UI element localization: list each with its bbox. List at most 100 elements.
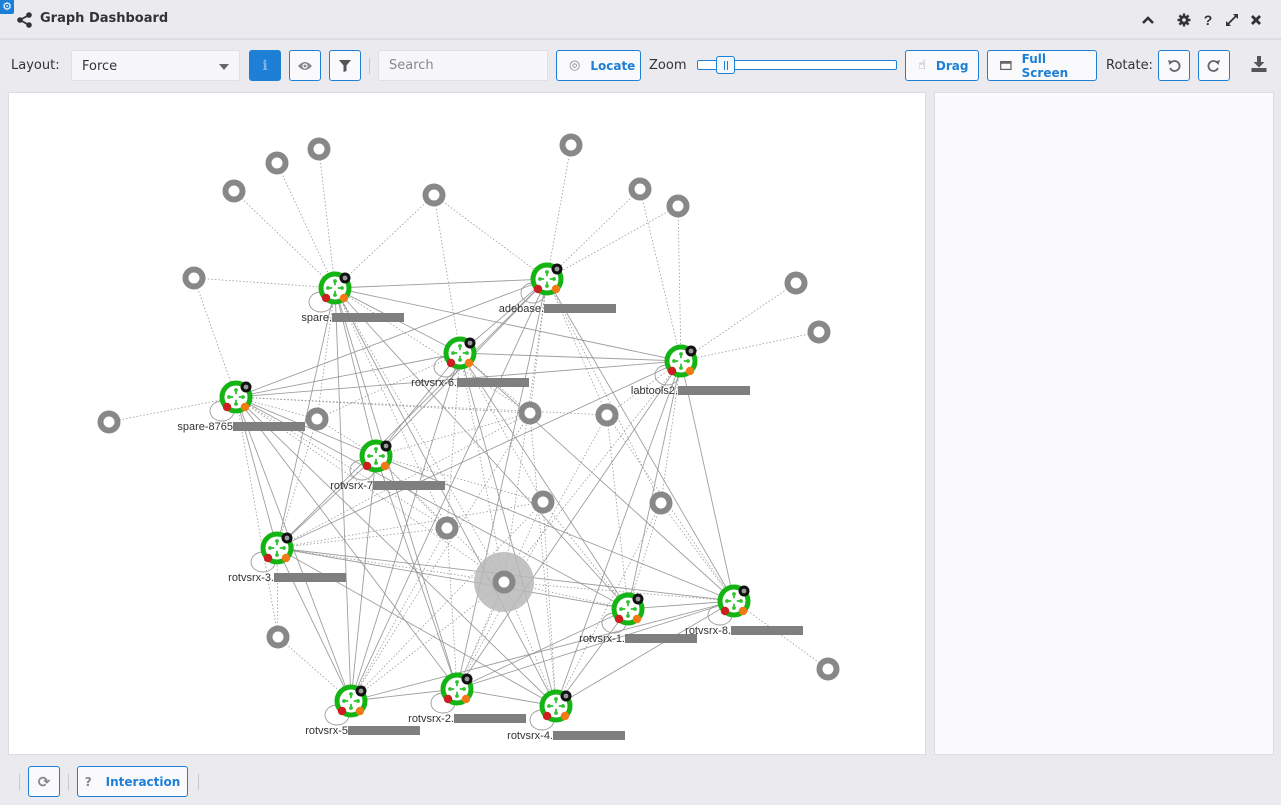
router-node[interactable]: rotvsrx-3. — [228, 531, 346, 585]
endpoint-node[interactable] — [784, 271, 808, 295]
router-node[interactable]: spare-8765 — [177, 380, 305, 434]
endpoint-ring — [518, 401, 542, 425]
router-node[interactable]: rotvsrx-1. — [579, 592, 697, 646]
app-gear-icon[interactable]: ⚙ — [0, 0, 14, 14]
endpoint-node[interactable] — [649, 491, 673, 515]
router-label: rotvsrx-2. — [408, 713, 454, 725]
endpoint-link — [193, 277, 237, 398]
redacted-label-bar — [233, 422, 305, 431]
filter-button[interactable] — [329, 50, 361, 81]
endpoint-ring — [307, 137, 331, 161]
rotate-left-button[interactable] — [1158, 50, 1190, 81]
router-node[interactable]: rotvsrx-6. — [411, 336, 529, 390]
redacted-label-bar — [544, 304, 616, 313]
fullscreen-button[interactable]: Full Screen — [987, 50, 1097, 81]
endpoint-node[interactable] — [182, 266, 206, 290]
details-side-panel — [934, 92, 1274, 755]
endpoint-node[interactable] — [266, 625, 290, 649]
expand-button[interactable] — [1223, 10, 1241, 30]
network-graph[interactable]: spare. adebase. rotvsrx-6. labtools2. spare-… — [9, 93, 925, 754]
tag-badge-icon — [355, 706, 365, 716]
endpoint-node[interactable] — [807, 320, 831, 344]
alarm-badge-icon — [362, 461, 372, 471]
router-link — [375, 352, 461, 457]
alarm-badge-icon — [222, 402, 232, 412]
endpoint-node[interactable] — [531, 490, 555, 514]
endpoint-node[interactable] — [222, 179, 246, 203]
endpoint-node[interactable] — [628, 177, 652, 201]
gear-icon — [1177, 13, 1191, 27]
zoom-slider-thumb[interactable] — [716, 56, 735, 74]
endpoint-node[interactable] — [816, 657, 840, 681]
rotate-right-button[interactable] — [1198, 50, 1230, 81]
endpoint-link — [606, 414, 629, 610]
endpoint-node[interactable] — [559, 133, 583, 157]
endpoint-link — [680, 282, 797, 362]
layout-label: Layout: — [11, 58, 60, 73]
tag-badge-icon — [240, 402, 250, 412]
endpoint-ring — [816, 657, 840, 681]
drag-label: Drag — [935, 58, 969, 73]
endpoint-node[interactable] — [666, 194, 690, 218]
alarm-badge-icon — [614, 614, 624, 624]
router-node[interactable]: spare. — [301, 271, 404, 325]
endpoint-link — [108, 396, 237, 423]
interaction-label: Interaction — [105, 774, 181, 789]
router-label: labtools2. — [631, 385, 678, 397]
help-button[interactable]: ? — [1199, 10, 1217, 30]
router-label: spare. — [301, 312, 332, 324]
layout-select-value: Force — [82, 59, 118, 74]
redacted-label-bar — [274, 573, 346, 582]
router-label: rotvsrx-1. — [579, 633, 625, 645]
endpoint-node[interactable] — [435, 516, 459, 540]
endpoint-ring — [666, 194, 690, 218]
endpoint-node[interactable] — [265, 151, 289, 175]
endpoint-link — [316, 287, 336, 420]
endpoint-node[interactable] — [97, 410, 121, 434]
endpoint-node[interactable] — [595, 403, 619, 427]
redacted-label-bar — [373, 481, 445, 490]
drag-button[interactable]: ☝ Drag — [905, 50, 979, 81]
tag-badge-icon — [632, 614, 642, 624]
endpoint-node[interactable] — [518, 401, 542, 425]
router-link — [546, 278, 735, 602]
settings-button[interactable] — [1175, 10, 1193, 30]
refresh-button[interactable]: ⟳ — [28, 766, 60, 797]
status-badge-dot — [284, 535, 290, 541]
endpoint-ring — [305, 407, 329, 431]
zoom-slider[interactable] — [697, 56, 897, 74]
alarm-badge-icon — [263, 553, 273, 563]
router-node[interactable]: labtools2. — [631, 344, 750, 398]
visibility-button[interactable] — [289, 50, 321, 81]
graph-canvas-panel[interactable]: spare. adebase. rotvsrx-6. labtools2. spare-… — [8, 92, 926, 755]
center-endpoint[interactable] — [492, 570, 516, 594]
endpoint-node[interactable] — [422, 183, 446, 207]
endpoint-node[interactable] — [307, 137, 331, 161]
router-node[interactable]: adebase. — [499, 262, 616, 316]
endpoint-link — [680, 331, 820, 362]
layout-select[interactable]: Force — [71, 50, 240, 81]
info-button[interactable]: i — [249, 50, 281, 81]
status-badge-dot — [243, 384, 249, 390]
endpoint-ring — [97, 410, 121, 434]
footer-divider — [68, 774, 69, 790]
download-icon[interactable] — [1250, 55, 1268, 73]
eye-icon — [298, 61, 312, 70]
router-label: spare-8765 — [177, 421, 233, 433]
router-node[interactable]: rotvsrx-7 — [330, 439, 445, 493]
search-input[interactable] — [378, 50, 548, 81]
endpoint-link — [546, 144, 572, 280]
interaction-button[interactable]: ? Interaction — [77, 766, 188, 797]
endpoint-link — [318, 148, 336, 289]
tag-badge-icon — [551, 284, 561, 294]
alarm-badge-icon — [667, 366, 677, 376]
locate-button[interactable]: ◎ Locate — [556, 50, 641, 81]
redacted-label-bar — [457, 378, 529, 387]
router-node[interactable]: rotvsrx-5 — [305, 684, 420, 738]
router-label: rotvsrx-7 — [330, 480, 373, 492]
endpoint-node[interactable] — [305, 407, 329, 431]
router-label: rotvsrx-6. — [411, 377, 457, 389]
collapse-button[interactable] — [1139, 10, 1157, 30]
close-icon — [1251, 15, 1261, 25]
close-button[interactable] — [1247, 10, 1265, 30]
